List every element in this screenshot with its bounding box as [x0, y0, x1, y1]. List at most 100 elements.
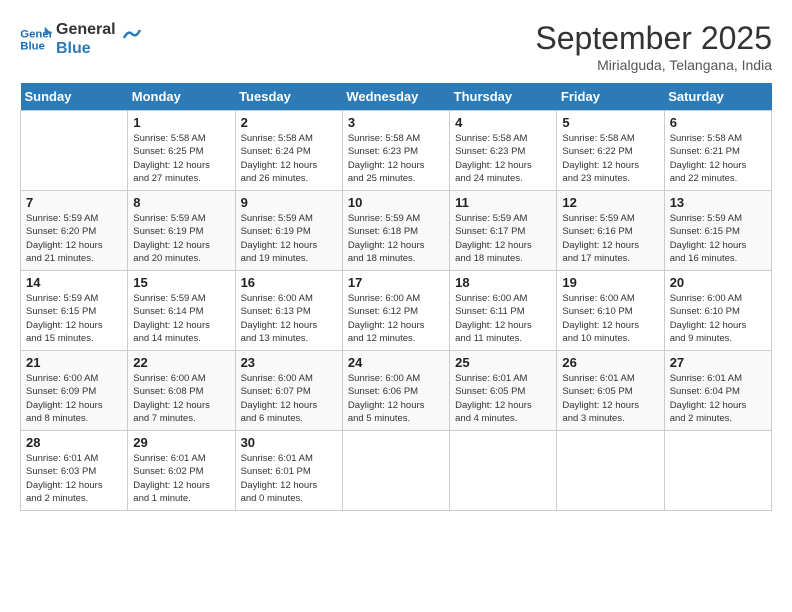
day-info: Sunrise: 6:01 AM Sunset: 6:02 PM Dayligh… [133, 452, 229, 505]
day-info: Sunrise: 5:59 AM Sunset: 6:20 PM Dayligh… [26, 212, 122, 265]
logo-icon: General Blue [20, 25, 52, 53]
svg-text:Blue: Blue [20, 41, 45, 53]
day-info: Sunrise: 6:00 AM Sunset: 6:10 PM Dayligh… [670, 292, 766, 345]
day-number: 7 [26, 195, 122, 210]
day-number: 21 [26, 355, 122, 370]
calendar-cell: 7 Sunrise: 5:59 AM Sunset: 6:20 PM Daylig… [21, 191, 128, 271]
day-info: Sunrise: 5:58 AM Sunset: 6:24 PM Dayligh… [241, 132, 337, 185]
day-info: Sunrise: 5:59 AM Sunset: 6:15 PM Dayligh… [670, 212, 766, 265]
day-number: 17 [348, 275, 444, 290]
day-number: 11 [455, 195, 551, 210]
calendar-cell: 24 Sunrise: 6:00 AM Sunset: 6:06 PM Dayli… [342, 351, 449, 431]
calendar-cell: 16 Sunrise: 6:00 AM Sunset: 6:13 PM Dayli… [235, 271, 342, 351]
calendar-cell [664, 431, 771, 511]
day-info: Sunrise: 5:58 AM Sunset: 6:23 PM Dayligh… [455, 132, 551, 185]
day-number: 1 [133, 115, 229, 130]
day-info: Sunrise: 5:58 AM Sunset: 6:22 PM Dayligh… [562, 132, 658, 185]
day-number: 26 [562, 355, 658, 370]
day-info: Sunrise: 6:01 AM Sunset: 6:04 PM Dayligh… [670, 372, 766, 425]
location: Mirialguda, Telangana, India [535, 57, 772, 73]
day-info: Sunrise: 6:00 AM Sunset: 6:06 PM Dayligh… [348, 372, 444, 425]
page-header: General Blue General Blue September 2025… [20, 20, 772, 73]
day-info: Sunrise: 5:59 AM Sunset: 6:19 PM Dayligh… [241, 212, 337, 265]
col-header-wednesday: Wednesday [342, 83, 449, 111]
week-row-5: 28 Sunrise: 6:01 AM Sunset: 6:03 PM Dayli… [21, 431, 772, 511]
day-number: 3 [348, 115, 444, 130]
day-number: 12 [562, 195, 658, 210]
calendar-cell: 28 Sunrise: 6:01 AM Sunset: 6:03 PM Dayli… [21, 431, 128, 511]
day-info: Sunrise: 6:01 AM Sunset: 6:01 PM Dayligh… [241, 452, 337, 505]
title-block: September 2025 Mirialguda, Telangana, In… [535, 20, 772, 73]
day-info: Sunrise: 6:00 AM Sunset: 6:13 PM Dayligh… [241, 292, 337, 345]
day-number: 25 [455, 355, 551, 370]
day-number: 9 [241, 195, 337, 210]
day-number: 23 [241, 355, 337, 370]
day-number: 29 [133, 435, 229, 450]
day-number: 8 [133, 195, 229, 210]
week-row-2: 7 Sunrise: 5:59 AM Sunset: 6:20 PM Daylig… [21, 191, 772, 271]
col-header-tuesday: Tuesday [235, 83, 342, 111]
logo-wave-icon [122, 24, 142, 44]
calendar-cell: 3 Sunrise: 5:58 AM Sunset: 6:23 PM Daylig… [342, 111, 449, 191]
day-info: Sunrise: 6:01 AM Sunset: 6:05 PM Dayligh… [455, 372, 551, 425]
day-number: 16 [241, 275, 337, 290]
day-number: 22 [133, 355, 229, 370]
calendar-cell [342, 431, 449, 511]
col-header-friday: Friday [557, 83, 664, 111]
calendar-cell: 21Sunrise: 6:00 AM Sunset: 6:09 PM Dayli… [21, 351, 128, 431]
col-header-thursday: Thursday [450, 83, 557, 111]
calendar-cell: 8 Sunrise: 5:59 AM Sunset: 6:19 PM Daylig… [128, 191, 235, 271]
calendar-cell [557, 431, 664, 511]
day-info: Sunrise: 5:59 AM Sunset: 6:19 PM Dayligh… [133, 212, 229, 265]
day-number: 6 [670, 115, 766, 130]
day-info: Sunrise: 5:59 AM Sunset: 6:18 PM Dayligh… [348, 212, 444, 265]
logo-blue: Blue [56, 39, 116, 58]
calendar-cell: 4 Sunrise: 5:58 AM Sunset: 6:23 PM Daylig… [450, 111, 557, 191]
month-title: September 2025 [535, 20, 772, 57]
day-info: Sunrise: 6:01 AM Sunset: 6:03 PM Dayligh… [26, 452, 122, 505]
calendar-cell: 17Sunrise: 6:00 AM Sunset: 6:12 PM Dayli… [342, 271, 449, 351]
day-info: Sunrise: 6:01 AM Sunset: 6:05 PM Dayligh… [562, 372, 658, 425]
day-number: 2 [241, 115, 337, 130]
day-info: Sunrise: 5:58 AM Sunset: 6:25 PM Dayligh… [133, 132, 229, 185]
day-number: 27 [670, 355, 766, 370]
week-row-1: 1 Sunrise: 5:58 AM Sunset: 6:25 PM Daylig… [21, 111, 772, 191]
day-info: Sunrise: 5:58 AM Sunset: 6:23 PM Dayligh… [348, 132, 444, 185]
day-number: 4 [455, 115, 551, 130]
calendar-cell: 10Sunrise: 5:59 AM Sunset: 6:18 PM Dayli… [342, 191, 449, 271]
day-number: 15 [133, 275, 229, 290]
logo-general: General [56, 20, 116, 39]
calendar-cell: 11 Sunrise: 5:59 AM Sunset: 6:17 PM Dayli… [450, 191, 557, 271]
day-number: 30 [241, 435, 337, 450]
day-number: 28 [26, 435, 122, 450]
calendar-cell: 6 Sunrise: 5:58 AM Sunset: 6:21 PM Daylig… [664, 111, 771, 191]
week-row-3: 14Sunrise: 5:59 AM Sunset: 6:15 PM Dayli… [21, 271, 772, 351]
calendar-cell: 12 Sunrise: 5:59 AM Sunset: 6:16 PM Dayli… [557, 191, 664, 271]
calendar-cell: 19Sunrise: 6:00 AM Sunset: 6:10 PM Dayli… [557, 271, 664, 351]
calendar-cell: 1 Sunrise: 5:58 AM Sunset: 6:25 PM Daylig… [128, 111, 235, 191]
col-header-monday: Monday [128, 83, 235, 111]
calendar-cell: 13 Sunrise: 5:59 AM Sunset: 6:15 PM Dayli… [664, 191, 771, 271]
calendar-cell: 2 Sunrise: 5:58 AM Sunset: 6:24 PM Daylig… [235, 111, 342, 191]
calendar-cell: 29 Sunrise: 6:01 AM Sunset: 6:02 PM Dayli… [128, 431, 235, 511]
day-info: Sunrise: 5:58 AM Sunset: 6:21 PM Dayligh… [670, 132, 766, 185]
calendar-cell: 26 Sunrise: 6:01 AM Sunset: 6:05 PM Dayli… [557, 351, 664, 431]
day-number: 24 [348, 355, 444, 370]
day-number: 14 [26, 275, 122, 290]
day-info: Sunrise: 5:59 AM Sunset: 6:16 PM Dayligh… [562, 212, 658, 265]
calendar-cell: 5 Sunrise: 5:58 AM Sunset: 6:22 PM Daylig… [557, 111, 664, 191]
calendar-cell [21, 111, 128, 191]
week-row-4: 21Sunrise: 6:00 AM Sunset: 6:09 PM Dayli… [21, 351, 772, 431]
day-number: 19 [562, 275, 658, 290]
day-info: Sunrise: 5:59 AM Sunset: 6:17 PM Dayligh… [455, 212, 551, 265]
calendar-cell: 27 Sunrise: 6:01 AM Sunset: 6:04 PM Dayli… [664, 351, 771, 431]
calendar-cell: 30 Sunrise: 6:01 AM Sunset: 6:01 PM Dayli… [235, 431, 342, 511]
day-info: Sunrise: 5:59 AM Sunset: 6:14 PM Dayligh… [133, 292, 229, 345]
logo: General Blue General Blue [20, 20, 142, 58]
calendar-cell: 18Sunrise: 6:00 AM Sunset: 6:11 PM Dayli… [450, 271, 557, 351]
calendar-cell [450, 431, 557, 511]
day-number: 5 [562, 115, 658, 130]
day-info: Sunrise: 6:00 AM Sunset: 6:07 PM Dayligh… [241, 372, 337, 425]
day-number: 13 [670, 195, 766, 210]
calendar-cell: 14Sunrise: 5:59 AM Sunset: 6:15 PM Dayli… [21, 271, 128, 351]
